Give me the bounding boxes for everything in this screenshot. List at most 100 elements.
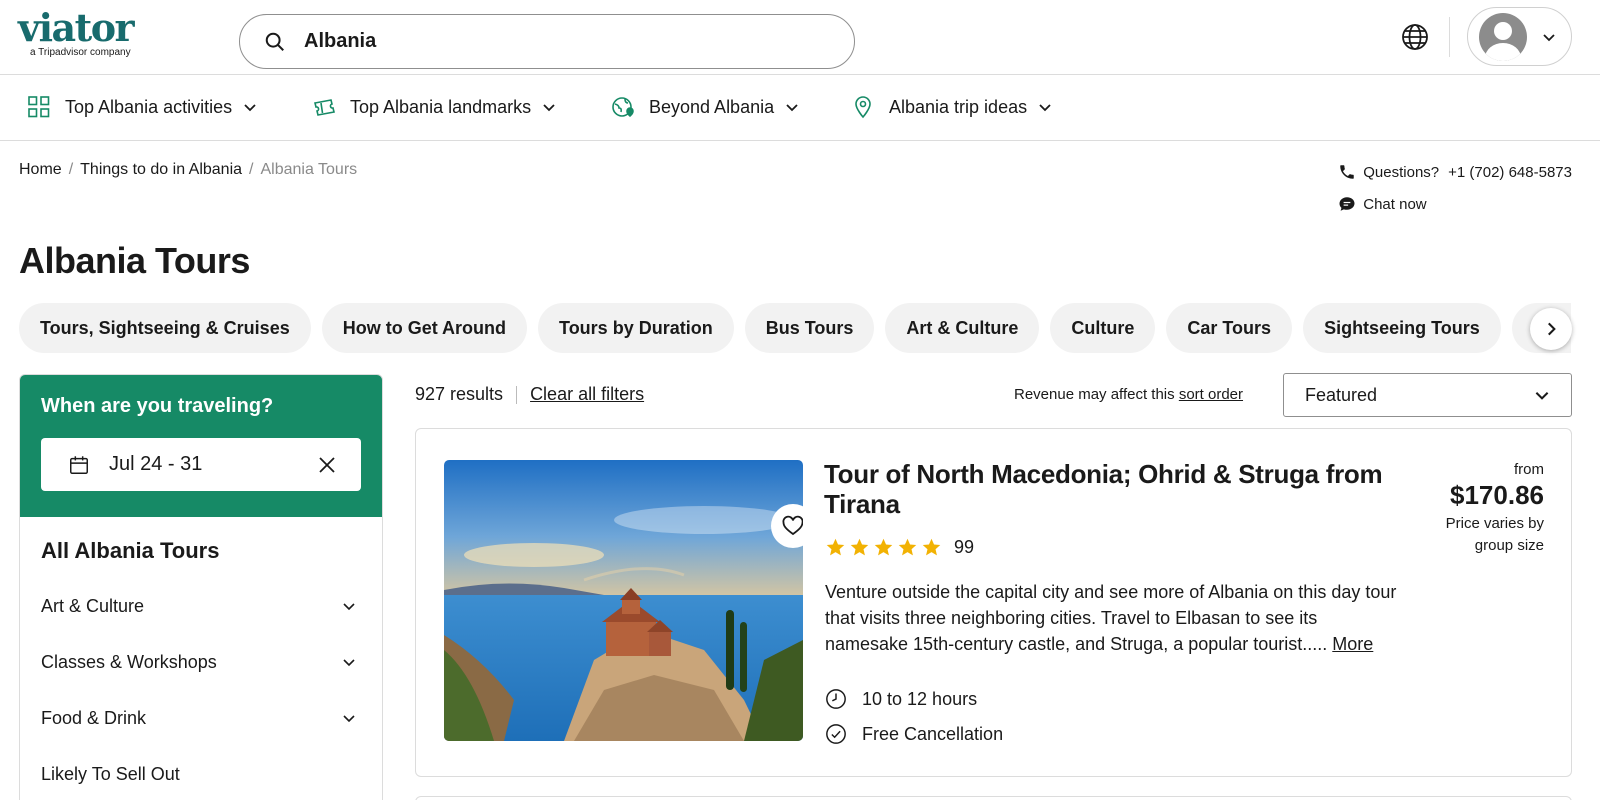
- sort-order-link[interactable]: sort order: [1179, 386, 1243, 403]
- next-product-card[interactable]: [415, 796, 1572, 800]
- account-menu-button[interactable]: [1467, 7, 1572, 66]
- chip-culture[interactable]: Culture: [1050, 303, 1156, 353]
- rating: 99: [825, 537, 974, 558]
- chevron-down-icon: [343, 715, 355, 723]
- chat-icon: [1339, 197, 1355, 211]
- review-count[interactable]: 99: [954, 537, 974, 558]
- avatar: [1479, 12, 1527, 61]
- phone-number[interactable]: +1 (702) 648-5873: [1448, 164, 1572, 181]
- breadcrumb-home[interactable]: Home: [19, 161, 62, 179]
- heart-icon: [782, 515, 803, 536]
- calendar-icon: [70, 455, 88, 474]
- price-from-label: from: [1514, 461, 1544, 478]
- filter-label: Food & Drink: [41, 707, 147, 728]
- star-icon: [898, 538, 917, 556]
- cancellation-row: Free Cancellation: [825, 723, 1003, 745]
- nav-beyond[interactable]: Beyond Albania: [611, 95, 800, 119]
- results-divider: [516, 385, 518, 404]
- filter-likely-to-sell-out[interactable]: Likely To Sell Out: [41, 746, 361, 800]
- date-picker-panel: When are you traveling? Jul 24 - 31: [20, 375, 382, 517]
- filter-classes-workshops[interactable]: Classes & Workshops: [41, 634, 361, 690]
- globe-icon[interactable]: [1399, 21, 1431, 53]
- filter-sidebar: When are you traveling? Jul 24 - 31 All …: [19, 374, 383, 800]
- clock-icon: [826, 689, 846, 709]
- chevron-down-icon: [1543, 33, 1555, 41]
- chips-next-button[interactable]: [1530, 308, 1572, 350]
- close-icon[interactable]: [317, 455, 337, 475]
- chip-art-culture[interactable]: Art & Culture: [885, 303, 1040, 353]
- date-range-value: Jul 24 - 31: [109, 453, 203, 475]
- search-input[interactable]: [304, 30, 804, 53]
- chevron-down-icon: [1039, 104, 1051, 112]
- breadcrumb-separator: /: [249, 161, 254, 178]
- sort-value: Featured: [1305, 384, 1378, 405]
- duration-text: 10 to 12 hours: [862, 688, 978, 709]
- chip-how-to-get-around[interactable]: How to Get Around: [321, 303, 528, 353]
- breadcrumb: Home / Things to do in Albania / Albania…: [19, 161, 357, 179]
- nav-top-activities[interactable]: Top Albania activities: [27, 95, 258, 119]
- search-icon: [265, 32, 284, 51]
- sort-select[interactable]: Featured: [1283, 373, 1572, 417]
- questions-label: Questions?: [1363, 163, 1440, 181]
- breadcrumb-current: Albania Tours: [260, 161, 358, 178]
- product-description: Venture outside the capital city and see…: [825, 579, 1400, 657]
- grid-icon: [28, 96, 50, 118]
- price-box: from $170.86 Price varies by group size: [1434, 461, 1544, 557]
- filter-list: Art & Culture Classes & Workshops Food &…: [20, 578, 382, 800]
- star-icon: [922, 538, 941, 556]
- product-card[interactable]: Tour of North Macedonia; Ohrid & Struga …: [415, 428, 1572, 777]
- chip-car-tours[interactable]: Car Tours: [1166, 303, 1293, 353]
- nav-label: Beyond Albania: [649, 96, 775, 117]
- product-image[interactable]: [444, 460, 803, 741]
- filter-label: Classes & Workshops: [41, 651, 217, 672]
- header-divider: [1449, 17, 1450, 57]
- product-title[interactable]: Tour of North Macedonia; Ohrid & Struga …: [824, 459, 1384, 519]
- results-summary: 927 results Clear all filters: [415, 384, 644, 405]
- price-value: $170.86: [1450, 480, 1544, 510]
- category-chips: Tours, Sightseeing & Cruises How to Get …: [19, 303, 1571, 353]
- category-nav: Top Albania activities Top Albania landm…: [0, 75, 1600, 141]
- filter-art-culture[interactable]: Art & Culture: [41, 578, 361, 634]
- location-pin-icon: [855, 96, 871, 119]
- chip-tours-by-duration[interactable]: Tours by Duration: [538, 303, 734, 353]
- chevron-down-icon: [543, 104, 555, 112]
- chat-row[interactable]: Chat now: [1338, 195, 1572, 213]
- breadcrumb-things-to-do[interactable]: Things to do in Albania: [80, 161, 242, 179]
- duration-row: 10 to 12 hours: [825, 688, 977, 710]
- more-link[interactable]: More: [1332, 634, 1373, 654]
- chevron-down-icon: [244, 104, 256, 112]
- chevron-right-icon: [1548, 322, 1556, 336]
- viator-logo[interactable]: viator a Tripadvisor company: [18, 5, 135, 59]
- date-range-field[interactable]: Jul 24 - 31: [41, 438, 361, 491]
- cancellation-text: Free Cancellation: [862, 723, 1004, 744]
- globe-pin-icon: [612, 97, 634, 118]
- chip-tours-sightseeing-cruises[interactable]: Tours, Sightseeing & Cruises: [19, 303, 311, 353]
- chip-sightseeing-tours[interactable]: Sightseeing Tours: [1303, 303, 1501, 353]
- site-header: viator a Tripadvisor company: [0, 0, 1600, 75]
- filter-label: Art & Culture: [41, 595, 145, 616]
- search-bar[interactable]: [239, 14, 855, 69]
- filter-section-title: All Albania Tours: [41, 538, 220, 563]
- logo-wordmark: viator: [18, 5, 135, 50]
- star-icon: [874, 538, 893, 556]
- phone-icon: [1340, 165, 1354, 179]
- ticket-icon: [314, 99, 335, 116]
- page-title: Albania Tours: [19, 240, 250, 281]
- nav-trip-ideas[interactable]: Albania trip ideas: [851, 95, 1053, 119]
- contact-box: Questions? +1 (702) 648-5873 Chat now: [1338, 163, 1572, 227]
- nav-label: Top Albania activities: [65, 96, 233, 117]
- chevron-down-icon: [1535, 392, 1549, 400]
- filter-food-drink[interactable]: Food & Drink: [41, 690, 361, 746]
- chevron-down-icon: [786, 104, 798, 112]
- nav-top-landmarks[interactable]: Top Albania landmarks: [312, 95, 557, 119]
- phone-row[interactable]: Questions? +1 (702) 648-5873: [1338, 163, 1572, 181]
- chip-bus-tours[interactable]: Bus Tours: [744, 303, 875, 353]
- revenue-text: Revenue may affect this: [1014, 386, 1175, 403]
- clear-filters-link[interactable]: Clear all filters: [530, 384, 644, 405]
- chat-now-link[interactable]: Chat now: [1363, 196, 1426, 213]
- chevron-down-icon: [343, 603, 355, 611]
- logo-tagline: a Tripadvisor company: [30, 47, 131, 58]
- product-photo: [444, 460, 803, 741]
- filter-label: Likely To Sell Out: [41, 763, 180, 784]
- nav-label: Top Albania landmarks: [350, 96, 532, 117]
